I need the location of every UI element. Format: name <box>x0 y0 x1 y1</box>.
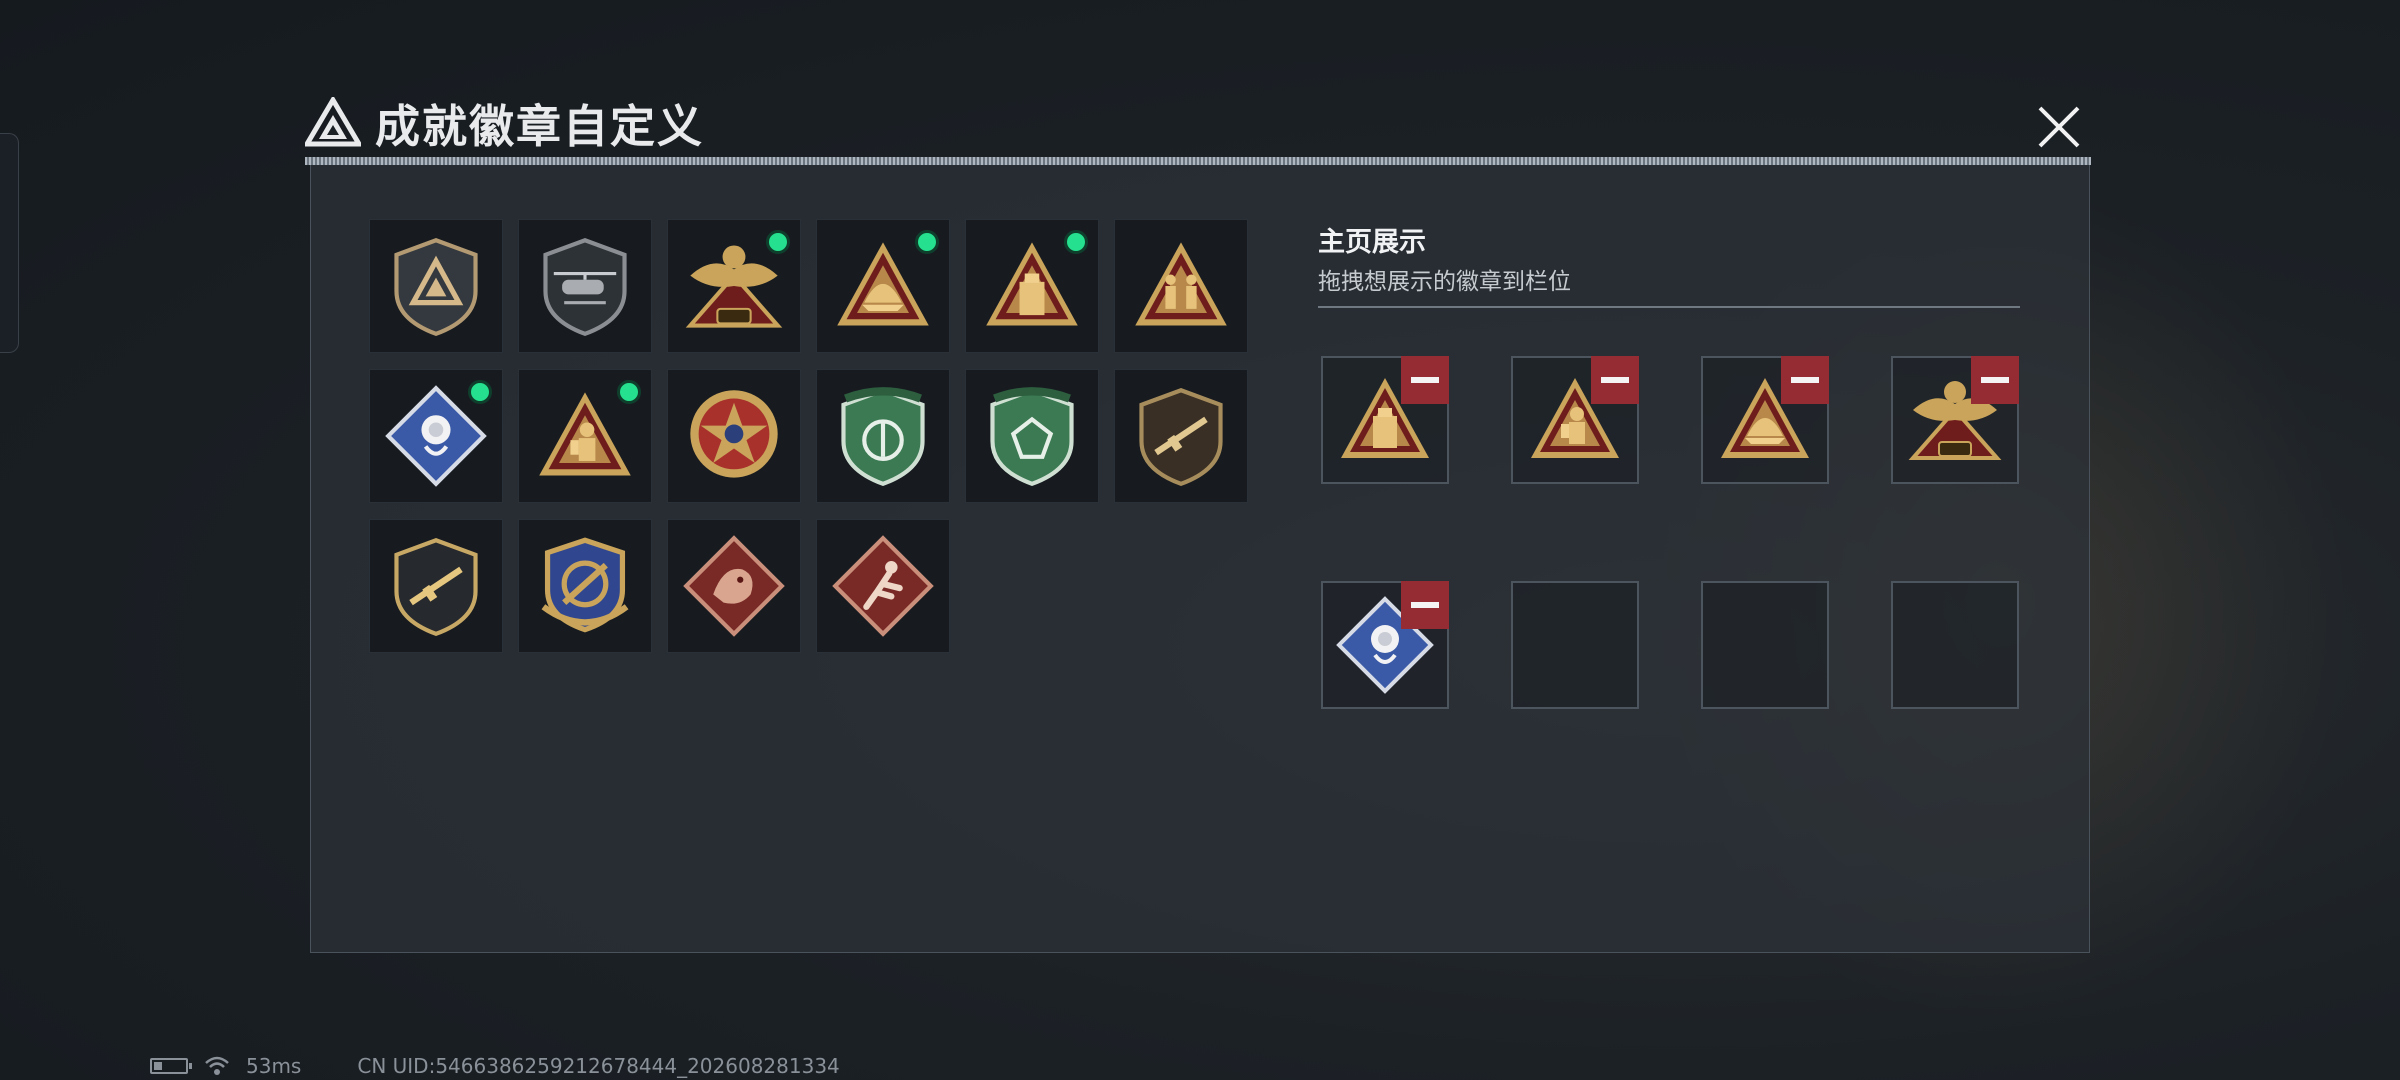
new-badge-indicator <box>1064 230 1088 254</box>
badge-cell[interactable] <box>369 219 503 353</box>
gold-blue-crest-badge-icon <box>541 537 629 633</box>
red-star-medal-badge-icon <box>690 390 778 478</box>
homepage-display-title: 主页展示 <box>1318 227 1426 258</box>
badge-cell[interactable] <box>816 369 950 503</box>
badge-cell[interactable] <box>1114 369 1248 503</box>
helicopter-shield-badge-icon <box>543 238 627 337</box>
badge-cell[interactable] <box>518 519 652 653</box>
divider <box>1318 306 2020 308</box>
green-gem-shield-badge-icon <box>990 387 1074 487</box>
badge-cell[interactable] <box>965 369 1099 503</box>
soldiers-triangle-badge-icon <box>1135 242 1227 326</box>
remove-badge-button[interactable] <box>1591 356 1639 404</box>
uid-text: CN UID:5466386259212678444_202608281334 <box>357 1054 840 1078</box>
homepage-display-hint: 拖拽想展示的徽章到栏位 <box>1318 269 1571 295</box>
badge-cell[interactable] <box>1114 219 1248 353</box>
display-slot-filled[interactable] <box>1891 356 2019 484</box>
window-header: 成就徽章自定义 <box>305 92 705 153</box>
display-slot-filled[interactable] <box>1321 356 1449 484</box>
badge-cell[interactable] <box>667 369 801 503</box>
wifi-icon <box>205 1056 229 1075</box>
badge-cell[interactable] <box>369 369 503 503</box>
new-badge-indicator <box>617 380 641 404</box>
display-slot-filled[interactable] <box>1321 581 1449 709</box>
display-slot-grid <box>1321 356 2019 709</box>
display-slot-empty[interactable] <box>1891 581 2019 709</box>
badge-collection-grid <box>369 219 1248 653</box>
close-button[interactable] <box>2026 94 2092 160</box>
display-slot-empty[interactable] <box>1701 581 1829 709</box>
side-drawer-handle[interactable] <box>0 133 19 353</box>
close-icon <box>2038 106 2080 148</box>
badge-cell[interactable] <box>816 519 950 653</box>
minus-icon <box>1601 377 1629 383</box>
battery-icon <box>150 1058 192 1074</box>
new-badge-indicator <box>915 230 939 254</box>
minus-icon <box>1411 602 1439 608</box>
new-badge-indicator <box>766 230 790 254</box>
rifle-shield-dark-badge-icon <box>1139 388 1223 487</box>
triangle-logo-shield-badge-icon <box>394 238 478 337</box>
remove-badge-button[interactable] <box>1971 356 2019 404</box>
minus-icon <box>1411 377 1439 383</box>
remove-badge-button[interactable] <box>1401 581 1449 629</box>
display-slot-filled[interactable] <box>1701 356 1829 484</box>
delta-logo-icon <box>305 97 361 147</box>
badge-cell[interactable] <box>518 219 652 353</box>
remove-badge-button[interactable] <box>1781 356 1829 404</box>
badge-cell[interactable] <box>518 369 652 503</box>
badge-cell[interactable] <box>667 519 801 653</box>
remove-badge-button[interactable] <box>1401 356 1449 404</box>
minus-icon <box>1981 377 2009 383</box>
status-bar: 53ms CN UID:5466386259212678444_20260828… <box>150 1054 840 1078</box>
ping-text: 53ms <box>246 1054 302 1078</box>
minus-icon <box>1791 377 1819 383</box>
green-wings-shield-badge-icon <box>841 387 925 487</box>
display-slot-empty[interactable] <box>1511 581 1639 709</box>
badge-cell[interactable] <box>816 219 950 353</box>
runner-diamond-badge-icon <box>832 535 934 637</box>
dragon-diamond-badge-icon <box>683 535 785 637</box>
window-title: 成就徽章自定义 <box>375 99 705 153</box>
panel-top-border <box>305 157 2091 165</box>
badge-cell[interactable] <box>965 219 1099 353</box>
badge-cell[interactable] <box>667 219 801 353</box>
badge-cell[interactable] <box>369 519 503 653</box>
display-slot-filled[interactable] <box>1511 356 1639 484</box>
new-badge-indicator <box>468 380 492 404</box>
rifle-shield-badge-icon <box>394 538 478 637</box>
